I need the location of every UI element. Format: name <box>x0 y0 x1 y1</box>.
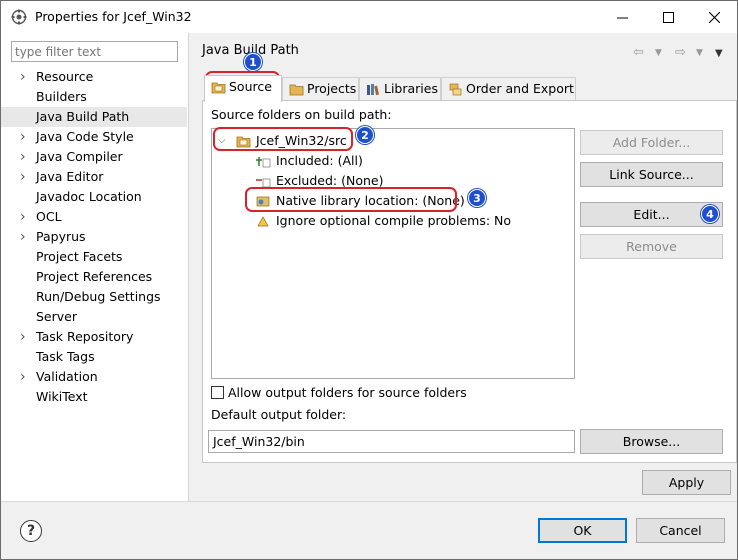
sidebar-item-label: Server <box>36 309 77 324</box>
callout-native-library <box>245 187 457 212</box>
sidebar-item-label: Java Build Path <box>36 109 130 124</box>
callout-source-root <box>213 127 353 151</box>
allow-output-label: Allow output folders for source folders <box>228 385 467 400</box>
sidebar-item-project-facets[interactable]: Project Facets <box>1 247 187 267</box>
sidebar-item-label: Run/Debug Settings <box>36 289 161 304</box>
tree-row-included-label: Included: (All) <box>276 153 363 168</box>
sidebar-item-label: OCL <box>36 209 62 224</box>
sidebar-item-label: Project References <box>36 269 153 284</box>
back-dropdown-icon[interactable]: ▼ <box>655 48 662 58</box>
sidebar: › Resource Builders Java Build Path › Java Co… <box>1 33 189 501</box>
sidebar-item-task-repository[interactable]: › Task Repository <box>1 327 187 347</box>
window-title: Properties for Jcef_Win32 <box>35 9 192 24</box>
forward-arrow-icon[interactable]: ⇨ <box>675 45 686 60</box>
sidebar-item-label: WikiText <box>36 389 88 404</box>
properties-dialog: Properties for Jcef_Win32 › Resource Build… <box>0 0 738 560</box>
sidebar-item-validation[interactable]: › Validation <box>1 367 187 387</box>
minimize-button[interactable] <box>599 1 645 33</box>
chevron-right-icon[interactable]: › <box>20 167 26 187</box>
sidebar-item-java-build-path[interactable]: Java Build Path <box>1 107 187 127</box>
apply-button[interactable]: Apply <box>642 470 731 495</box>
sidebar-item-resource[interactable]: › Resource <box>1 67 187 87</box>
close-button[interactable] <box>691 1 737 33</box>
chevron-right-icon[interactable]: › <box>20 67 26 87</box>
annotation-badge-4: 4 <box>701 205 719 223</box>
history-nav: ⇦ ▼ ⇨ ▼ ▼ <box>633 45 733 61</box>
tree-row-ignore-optional-label: Ignore optional compile problems: No <box>276 213 512 228</box>
chevron-right-icon[interactable]: › <box>20 127 26 147</box>
sidebar-item-label: Task Repository <box>36 329 134 344</box>
filter-input[interactable] <box>11 41 178 62</box>
sidebar-item-label: Papyrus <box>36 229 86 244</box>
help-icon[interactable]: ? <box>20 520 42 542</box>
back-arrow-icon[interactable]: ⇦ <box>633 45 644 60</box>
maximize-icon <box>662 11 674 23</box>
chevron-right-icon[interactable]: › <box>20 367 26 387</box>
forward-dropdown-icon[interactable]: ▼ <box>696 48 703 58</box>
annotation-badge-3: 3 <box>468 189 486 207</box>
sidebar-item-label: Java Editor <box>36 169 104 184</box>
sidebar-item-label: Task Tags <box>36 349 95 364</box>
default-output-field[interactable]: Jcef_Win32/bin <box>208 430 575 453</box>
filter-include-icon <box>256 157 271 168</box>
sidebar-item-java-code-style[interactable]: › Java Code Style <box>1 127 187 147</box>
libraries-icon <box>367 84 379 96</box>
remove-button[interactable]: Remove <box>580 234 723 259</box>
annotation-badge-1: 1 <box>244 53 262 71</box>
source-folder-icon <box>211 82 226 94</box>
tab-strip: Source Projects Libraries Order and Expo… <box>202 75 738 102</box>
browse-button[interactable]: Browse... <box>580 429 723 454</box>
tab-source-label: Source <box>229 79 272 94</box>
sidebar-item-server[interactable]: Server <box>1 307 187 327</box>
sidebar-item-wikitext[interactable]: WikiText <box>1 387 187 407</box>
sidebar-item-builders[interactable]: Builders <box>1 87 187 107</box>
ok-button[interactable]: OK <box>538 518 627 543</box>
sidebar-item-label: Javadoc Location <box>36 189 142 204</box>
tab-libraries-label: Libraries <box>384 81 438 96</box>
sidebar-item-label: Java Code Style <box>36 129 134 144</box>
view-menu-icon[interactable]: ▼ <box>715 48 723 59</box>
chevron-right-icon[interactable]: › <box>20 227 26 247</box>
cancel-button[interactable]: Cancel <box>636 518 725 543</box>
source-folder-tree[interactable]: ⌵ Jcef_Win32/src Included: (All) Exclude… <box>211 128 575 379</box>
sidebar-item-label: Resource <box>36 69 94 84</box>
link-source-button[interactable]: Link Source... <box>580 162 723 187</box>
allow-output-checkbox[interactable] <box>211 386 224 399</box>
maximize-button[interactable] <box>645 1 691 33</box>
tab-order-export[interactable]: Order and Export <box>441 77 576 101</box>
eclipse-gear-icon <box>11 9 27 25</box>
source-folders-label: Source folders on build path: <box>211 107 392 122</box>
tab-projects[interactable]: Projects <box>282 77 359 101</box>
sidebar-item-papyrus[interactable]: › Papyrus <box>1 227 187 247</box>
order-export-icon <box>449 83 462 96</box>
filter-exclude-icon <box>256 178 271 188</box>
warning-filter-icon <box>257 216 269 227</box>
sidebar-item-project-references[interactable]: Project References <box>1 267 187 287</box>
default-output-label: Default output folder: <box>211 407 347 422</box>
sidebar-item-java-editor[interactable]: › Java Editor <box>1 167 187 187</box>
sidebar-item-label: Java Compiler <box>36 149 123 164</box>
annotation-badge-2: 2 <box>356 126 374 144</box>
chevron-right-icon[interactable]: › <box>20 207 26 227</box>
sidebar-item-label: Validation <box>36 369 98 384</box>
tab-source[interactable]: Source <box>204 75 282 102</box>
add-folder-button[interactable]: Add Folder... <box>580 130 723 155</box>
sidebar-item-ocl[interactable]: › OCL <box>1 207 187 227</box>
sidebar-item-label: Project Facets <box>36 249 123 264</box>
tab-libraries[interactable]: Libraries <box>359 77 441 101</box>
tab-order-export-label: Order and Export <box>466 81 574 96</box>
chevron-right-icon[interactable]: › <box>20 327 26 347</box>
sidebar-item-java-compiler[interactable]: › Java Compiler <box>1 147 187 167</box>
chevron-right-icon[interactable]: › <box>20 147 26 167</box>
sidebar-item-run-debug-settings[interactable]: Run/Debug Settings <box>1 287 187 307</box>
minimize-icon <box>616 17 628 18</box>
sidebar-item-task-tags[interactable]: Task Tags <box>1 347 187 367</box>
sidebar-item-javadoc-location[interactable]: Javadoc Location <box>1 187 187 207</box>
sidebar-item-label: Builders <box>36 89 87 104</box>
close-icon <box>708 11 720 23</box>
title-bar: Properties for Jcef_Win32 <box>1 1 737 33</box>
projects-icon <box>289 84 304 96</box>
tab-projects-label: Projects <box>307 81 357 96</box>
